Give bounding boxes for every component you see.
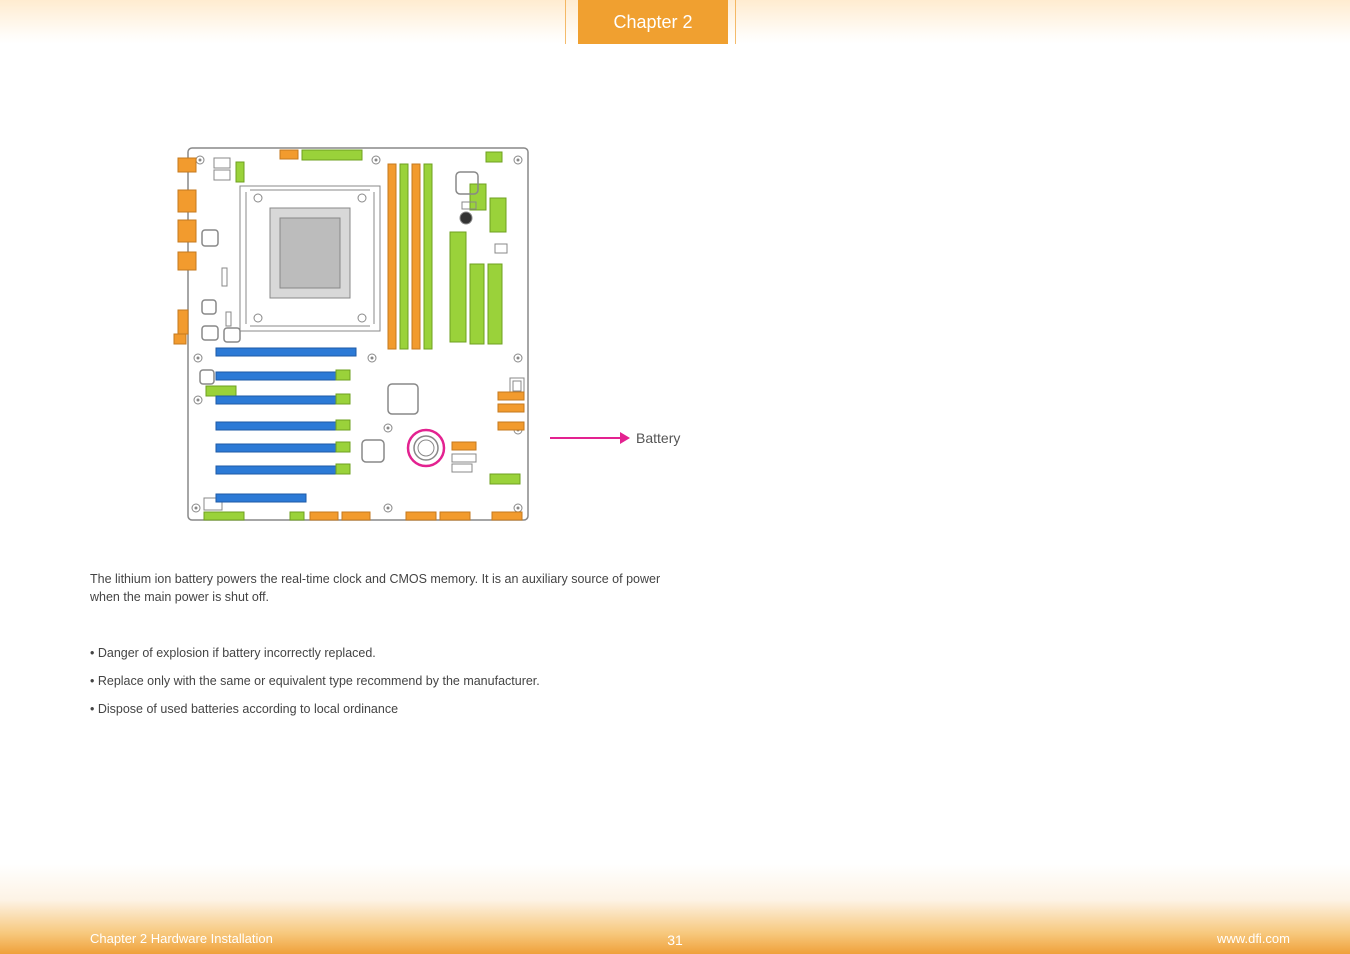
callout-arrow-icon (620, 432, 630, 444)
safety-measures-block: • Danger of explosion if battery incorre… (90, 646, 920, 716)
footer-band: Chapter 2 Hardware Installation 31 www.d… (0, 864, 1350, 954)
battery-description: The lithium ion battery powers the real-… (90, 570, 690, 606)
safety-item: • Danger of explosion if battery incorre… (90, 646, 920, 660)
safety-item: • Replace only with the same or equivale… (90, 674, 920, 688)
footer-url: www.dfi.com (1217, 931, 1290, 946)
battery-callout: Battery (550, 430, 680, 446)
header-bar: Chapter 2 (0, 0, 1350, 48)
tab-divider-left (565, 0, 566, 44)
safety-item: • Dispose of used batteries according to… (90, 702, 920, 716)
chapter-tab: Chapter 2 (578, 0, 728, 44)
motherboard-svg (170, 140, 550, 530)
battery-callout-label: Battery (636, 430, 680, 446)
tab-divider-right (735, 0, 736, 44)
callout-line (550, 437, 620, 439)
page-number: 31 (667, 932, 683, 948)
motherboard-figure: Battery (170, 140, 710, 540)
footer-chapter-title: Chapter 2 Hardware Installation (90, 931, 273, 946)
page-content: Battery The lithium ion battery powers t… (90, 140, 920, 730)
